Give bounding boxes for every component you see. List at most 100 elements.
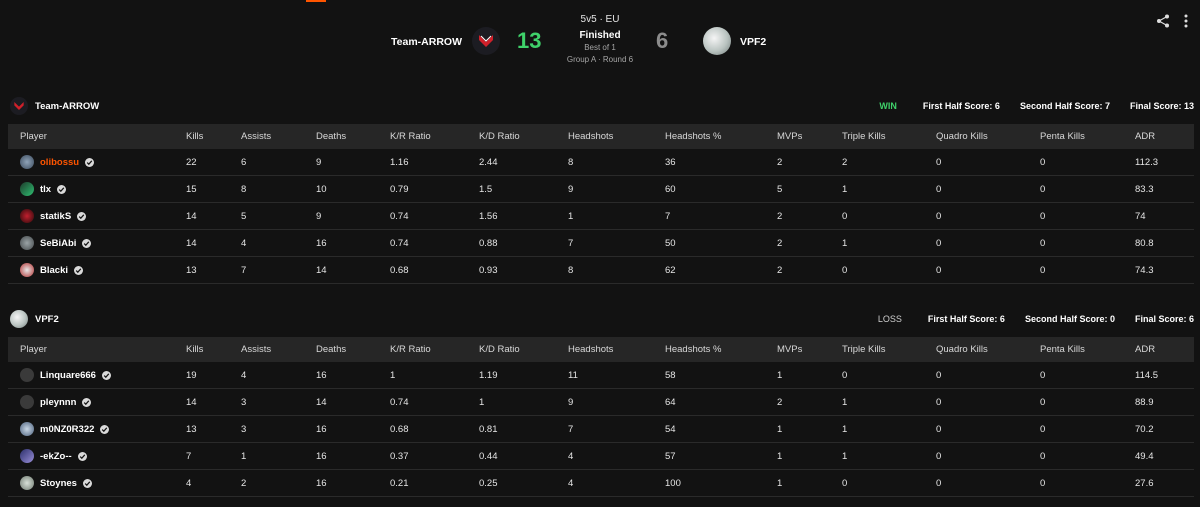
- column-header[interactable]: Penta Kills: [1040, 337, 1135, 362]
- stat-cell: 83.3: [1135, 175, 1194, 203]
- table-row[interactable]: Linquare666 19 4 16 1 1.19 11 58 1 0 0 0 114.5: [8, 362, 1194, 389]
- stat-cell: 14: [186, 388, 241, 416]
- stat-cell: 0: [936, 256, 1040, 284]
- stat-cell: 80.8: [1135, 229, 1194, 257]
- stat-cell: 11: [568, 362, 665, 389]
- player-name[interactable]: pleynnn: [40, 397, 76, 408]
- stat-cell: 0.68: [390, 256, 479, 284]
- stat-cell: 1: [842, 175, 936, 203]
- player-info: statikS: [20, 209, 186, 223]
- stat-cell: 0: [1040, 149, 1135, 176]
- avatar[interactable]: [20, 395, 34, 409]
- column-header[interactable]: Quadro Kills: [936, 337, 1040, 362]
- stat-cell: 8: [241, 175, 316, 203]
- stat-cell: 0.81: [479, 415, 568, 443]
- column-header[interactable]: MVPs: [777, 124, 842, 149]
- column-header[interactable]: Quadro Kills: [936, 124, 1040, 149]
- table-row[interactable]: tlx 15 8 10 0.79 1.5 9 60 5 1 0 0 83.3: [8, 175, 1194, 203]
- player-info: -ekZo--: [20, 449, 186, 463]
- table-row[interactable]: -ekZo-- 7 1 16 0.37 0.44 4 57 1 1 0 0 49.4: [8, 442, 1194, 470]
- column-header[interactable]: K/D Ratio: [479, 124, 568, 149]
- stat-cell: 16: [316, 469, 390, 497]
- column-header[interactable]: Headshots: [568, 124, 665, 149]
- column-header[interactable]: MVPs: [777, 337, 842, 362]
- right-team-name[interactable]: VPF2: [740, 36, 766, 48]
- avatar[interactable]: [20, 182, 34, 196]
- match-stage: Group A · Round 6: [566, 55, 634, 64]
- stat-cell: 0: [936, 388, 1040, 416]
- right-team-logo[interactable]: [703, 27, 731, 55]
- table-row[interactable]: m0NZ0R322 13 3 16 0.68 0.81 7 54 1 1 0 0 70.2: [8, 415, 1194, 443]
- player-name[interactable]: tlx: [40, 184, 51, 195]
- avatar[interactable]: [20, 368, 34, 382]
- stat-cell: 1.56: [479, 202, 568, 230]
- player-name[interactable]: olibossu: [40, 157, 79, 168]
- player-cell: -ekZo--: [8, 442, 186, 470]
- player-name[interactable]: SeBiAbi: [40, 238, 76, 249]
- stat-cell: 0.44: [479, 442, 568, 470]
- column-header[interactable]: K/R Ratio: [390, 337, 479, 362]
- player-cell: olibossu: [8, 149, 186, 176]
- column-header[interactable]: Headshots: [568, 337, 665, 362]
- table-row[interactable]: SeBiAbi 14 4 16 0.74 0.88 7 50 2 1 0 0 80.8: [8, 229, 1194, 257]
- stat-cell: 64: [665, 388, 777, 416]
- stat-cell: 50: [665, 229, 777, 257]
- column-header[interactable]: Player: [8, 337, 186, 362]
- table-row[interactable]: pleynnn 14 3 14 0.74 1 9 64 2 1 0 0 88.9: [8, 388, 1194, 416]
- column-header[interactable]: ADR: [1135, 124, 1194, 149]
- column-header[interactable]: Deaths: [316, 337, 390, 362]
- column-header[interactable]: Player: [8, 124, 186, 149]
- player-name[interactable]: Blacki: [40, 265, 68, 276]
- avatar[interactable]: [20, 209, 34, 223]
- right-team-score: 6: [656, 28, 669, 53]
- table-row[interactable]: statikS 14 5 9 0.74 1.56 1 7 2 0 0 0 74: [8, 202, 1194, 230]
- team-name[interactable]: VPF2: [35, 314, 59, 325]
- player-name[interactable]: -ekZo--: [40, 451, 72, 462]
- column-header[interactable]: Triple Kills: [842, 124, 936, 149]
- stat-cell: 0.68: [390, 415, 479, 443]
- player-cell: Stoynes: [8, 469, 186, 497]
- stat-cell: 16: [316, 442, 390, 470]
- column-header[interactable]: Kills: [186, 337, 241, 362]
- player-info: olibossu: [20, 155, 186, 169]
- table-row[interactable]: Blacki 13 7 14 0.68 0.93 8 62 2 0 0 0 74.3: [8, 256, 1194, 284]
- stat-cell: 2: [842, 149, 936, 176]
- left-team-logo[interactable]: [472, 27, 500, 55]
- active-tab-indicator: [306, 0, 326, 2]
- column-header[interactable]: Headshots %: [665, 337, 777, 362]
- stat-cell: 5: [777, 175, 842, 203]
- column-header[interactable]: K/R Ratio: [390, 124, 479, 149]
- player-name[interactable]: Linquare666: [40, 370, 96, 381]
- avatar[interactable]: [20, 155, 34, 169]
- stat-cell: 1: [390, 362, 479, 389]
- column-header[interactable]: K/D Ratio: [479, 337, 568, 362]
- player-name[interactable]: m0NZ0R322: [40, 424, 94, 435]
- stat-cell: 19: [186, 362, 241, 389]
- column-header[interactable]: Triple Kills: [842, 337, 936, 362]
- player-name[interactable]: Stoynes: [40, 478, 77, 489]
- table-row[interactable]: Stoynes 4 2 16 0.21 0.25 4 100 1 0 0 0 27.6: [8, 469, 1194, 497]
- table-row[interactable]: olibossu 22 6 9 1.16 2.44 8 36 2 2 0 0 112.3: [8, 149, 1194, 176]
- avatar[interactable]: [20, 422, 34, 436]
- stat-cell: 4: [568, 469, 665, 497]
- column-header[interactable]: Penta Kills: [1040, 124, 1135, 149]
- column-header[interactable]: ADR: [1135, 337, 1194, 362]
- player-cell: Linquare666: [8, 362, 186, 389]
- left-team-name[interactable]: Team-ARROW: [391, 36, 462, 48]
- column-header[interactable]: Assists: [241, 337, 316, 362]
- stat-cell: 74.3: [1135, 256, 1194, 284]
- avatar[interactable]: [20, 476, 34, 490]
- player-name[interactable]: statikS: [40, 211, 71, 222]
- column-header[interactable]: Deaths: [316, 124, 390, 149]
- stat-cell: 0.93: [479, 256, 568, 284]
- column-header[interactable]: Assists: [241, 124, 316, 149]
- match-result-badge: LOSS: [877, 314, 902, 324]
- avatar[interactable]: [20, 263, 34, 277]
- column-header[interactable]: Kills: [186, 124, 241, 149]
- team-name[interactable]: Team-ARROW: [35, 101, 99, 112]
- column-header[interactable]: Headshots %: [665, 124, 777, 149]
- stat-cell: 1.5: [479, 175, 568, 203]
- stat-cell: 16: [316, 415, 390, 443]
- avatar[interactable]: [20, 449, 34, 463]
- avatar[interactable]: [20, 236, 34, 250]
